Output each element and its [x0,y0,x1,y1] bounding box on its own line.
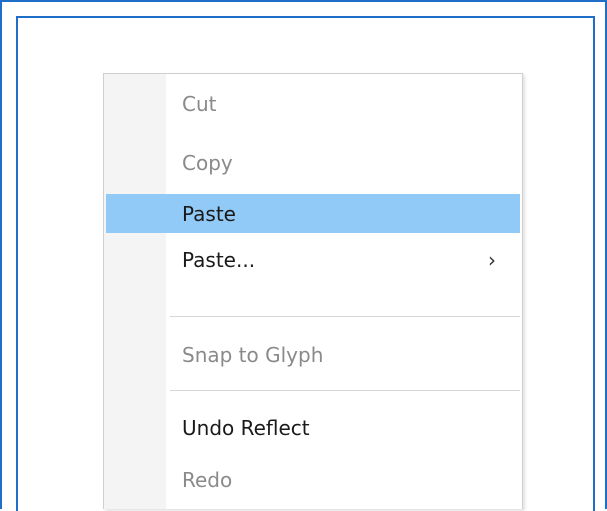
menu-item-label: Undo Reflect [182,415,310,440]
menu-item-label: Redo [182,467,233,492]
menu-item-copy[interactable]: Copy [106,143,520,182]
menu-item-cut[interactable]: Cut [106,84,520,123]
menu-item-undo-reflect[interactable]: Undo Reflect [106,408,520,447]
menu-separator [170,390,520,391]
menu-item-redo[interactable]: Redo [106,460,520,499]
chevron-right-icon: › [488,247,496,272]
menu-item-label: Cut [182,91,217,116]
context-menu: Cut Copy Paste Paste... › Snap to Glyph … [103,73,523,509]
menu-item-snap-to-glyph[interactable]: Snap to Glyph [106,335,520,374]
menu-item-label: Snap to Glyph [182,342,324,367]
menu-item-label: Paste... [182,247,256,272]
menu-item-label: Paste [182,201,236,226]
menu-separator [170,316,520,317]
menu-item-paste[interactable]: Paste [106,194,520,233]
menu-item-paste-submenu[interactable]: Paste... › [106,240,520,279]
menu-item-label: Copy [182,150,233,175]
